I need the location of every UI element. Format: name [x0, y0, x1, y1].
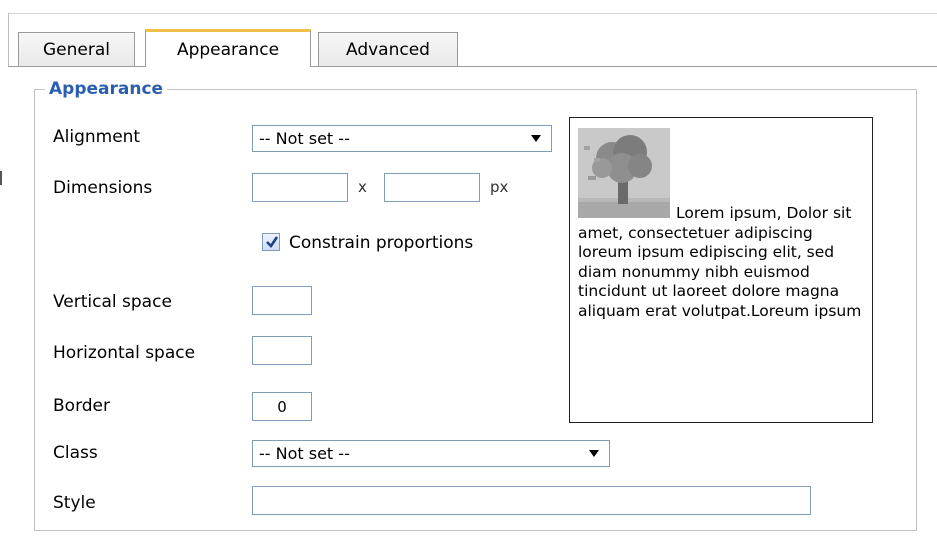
vspace-label: Vertical space — [53, 292, 172, 312]
image-preview: Lorem ipsum, Dolor sit amet, consectetue… — [569, 117, 873, 423]
vspace-input[interactable] — [252, 286, 312, 315]
alignment-label: Alignment — [53, 127, 141, 147]
form-area: Alignment -- Not set -- Dimensions x px … — [0, 0, 937, 550]
dimensions-label: Dimensions — [53, 178, 153, 198]
border-input[interactable] — [252, 392, 312, 421]
hspace-input[interactable] — [252, 336, 312, 365]
style-label: Style — [53, 493, 96, 513]
width-input[interactable] — [252, 173, 348, 202]
dimensions-separator: x — [358, 178, 367, 196]
alignment-select[interactable]: -- Not set -- — [252, 125, 552, 152]
checkmark-icon — [266, 236, 279, 249]
class-label: Class — [53, 443, 98, 463]
dimensions-unit: px — [490, 178, 509, 196]
chevron-down-icon — [531, 135, 541, 142]
style-input[interactable] — [252, 486, 811, 515]
tree-image-icon — [578, 128, 670, 218]
height-input[interactable] — [384, 173, 480, 202]
border-label: Border — [53, 396, 110, 416]
chevron-down-icon — [589, 450, 599, 457]
class-select-value: -- Not set -- — [259, 444, 350, 463]
preview-text: Lorem ipsum, Dolor sit amet, consectetue… — [578, 204, 862, 320]
class-select[interactable]: -- Not set -- — [252, 440, 610, 467]
constrain-label: Constrain proportions — [289, 233, 474, 253]
constrain-checkbox[interactable] — [262, 233, 280, 251]
alignment-select-value: -- Not set -- — [259, 129, 350, 148]
hspace-label: Horizontal space — [53, 343, 196, 363]
